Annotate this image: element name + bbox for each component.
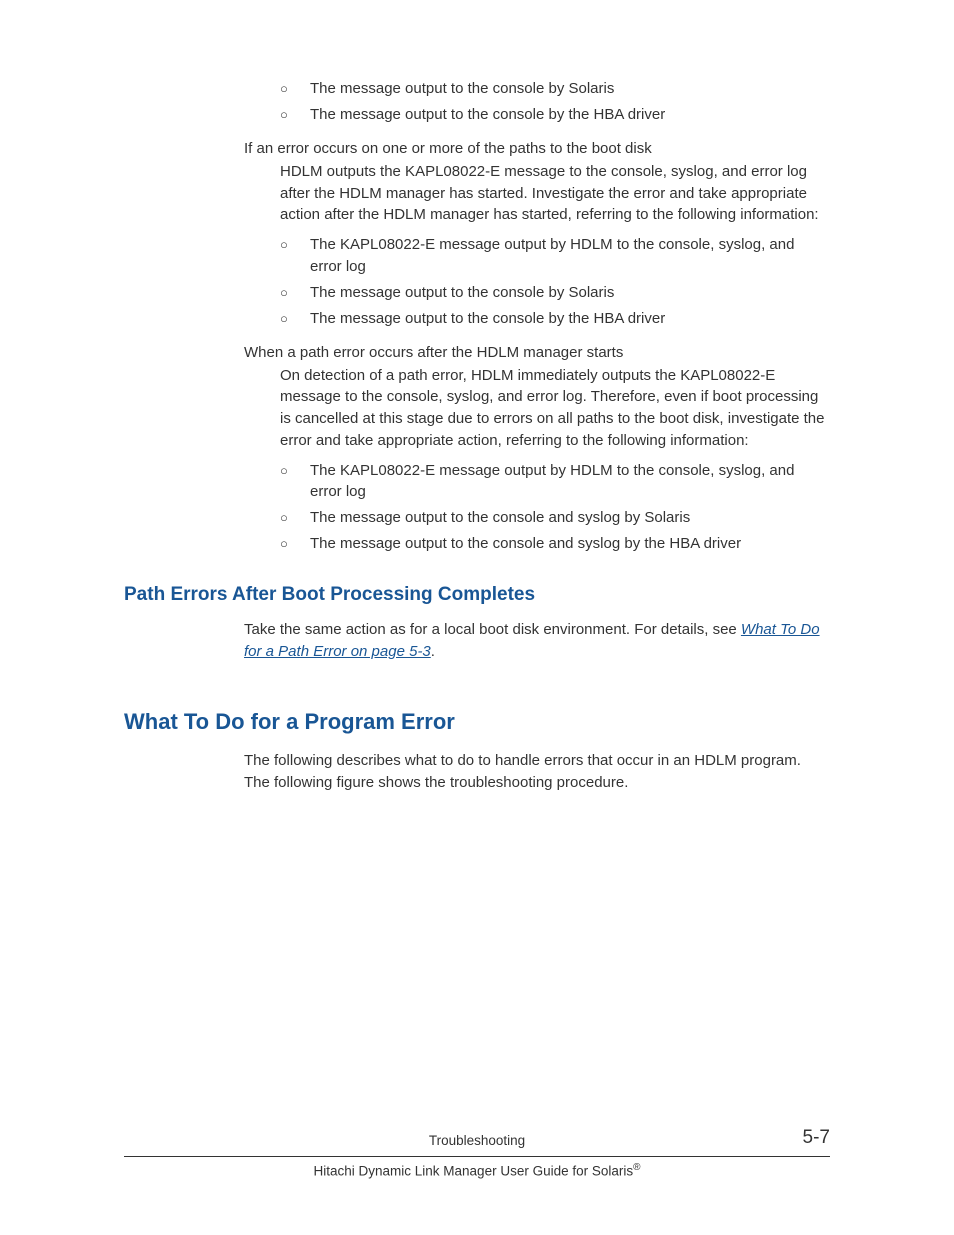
body-text-fragment: .	[431, 643, 435, 660]
footer-chapter: Troubleshooting	[429, 1133, 525, 1148]
list-item: ○ The message output to the console and …	[280, 507, 830, 529]
list-item-text: The message output to the console by Sol…	[310, 78, 614, 100]
list-item: ○ The message output to the console and …	[280, 533, 830, 555]
registered-trademark-icon: ®	[633, 1162, 640, 1173]
list-item: ○ The message output to the console by t…	[280, 104, 830, 126]
section-body: The following describes what to do to ha…	[244, 750, 830, 794]
list-item: ○ The KAPL08022-E message output by HDLM…	[280, 234, 830, 278]
heading-program-error: What To Do for a Program Error	[124, 706, 830, 738]
section-body: Take the same action as for a local boot…	[244, 619, 830, 663]
footer-page-number: 5-7	[803, 1124, 830, 1152]
list-item-text: The KAPL08022-E message output by HDLM t…	[310, 234, 830, 278]
footer-doc-title: Hitachi Dynamic Link Manager User Guide …	[124, 1157, 830, 1181]
circle-bullet-icon: ○	[280, 282, 310, 304]
footer-doc-title-text: Hitachi Dynamic Link Manager User Guide …	[314, 1163, 634, 1178]
list-item-text: The message output to the console by the…	[310, 308, 665, 330]
footer-chapter-line: Troubleshooting 5-7	[124, 1131, 830, 1157]
circle-bullet-icon: ○	[280, 308, 310, 330]
definition-term: When a path error occurs after the HDLM …	[244, 342, 830, 364]
circle-bullet-icon: ○	[280, 507, 310, 529]
list-item-text: The KAPL08022-E message output by HDLM t…	[310, 460, 830, 504]
circle-bullet-icon: ○	[280, 78, 310, 100]
list-item-text: The message output to the console by the…	[310, 104, 665, 126]
list-item-text: The message output to the console and sy…	[310, 507, 690, 529]
body-text-fragment: Take the same action as for a local boot…	[244, 621, 741, 638]
circle-bullet-icon: ○	[280, 533, 310, 555]
list-item: ○ The KAPL08022-E message output by HDLM…	[280, 460, 830, 504]
definition-body: On detection of a path error, HDLM immed…	[280, 365, 830, 452]
definition-body: HDLM outputs the KAPL08022-E message to …	[280, 161, 830, 226]
bullet-list-sec2: ○ The KAPL08022-E message output by HDLM…	[280, 460, 830, 556]
definition-term: If an error occurs on one or more of the…	[244, 138, 830, 160]
list-item: ○ The message output to the console by S…	[280, 78, 830, 100]
list-item: ○ The message output to the console by t…	[280, 308, 830, 330]
circle-bullet-icon: ○	[280, 234, 310, 278]
circle-bullet-icon: ○	[280, 460, 310, 504]
bullet-list-intro: ○ The message output to the console by S…	[280, 78, 830, 126]
list-item-text: The message output to the console and sy…	[310, 533, 741, 555]
circle-bullet-icon: ○	[280, 104, 310, 126]
page-footer: Troubleshooting 5-7 Hitachi Dynamic Link…	[124, 1131, 830, 1181]
list-item-text: The message output to the console by Sol…	[310, 282, 614, 304]
heading-path-errors-after-boot: Path Errors After Boot Processing Comple…	[124, 581, 830, 609]
bullet-list-sec1: ○ The KAPL08022-E message output by HDLM…	[280, 234, 830, 330]
list-item: ○ The message output to the console by S…	[280, 282, 830, 304]
